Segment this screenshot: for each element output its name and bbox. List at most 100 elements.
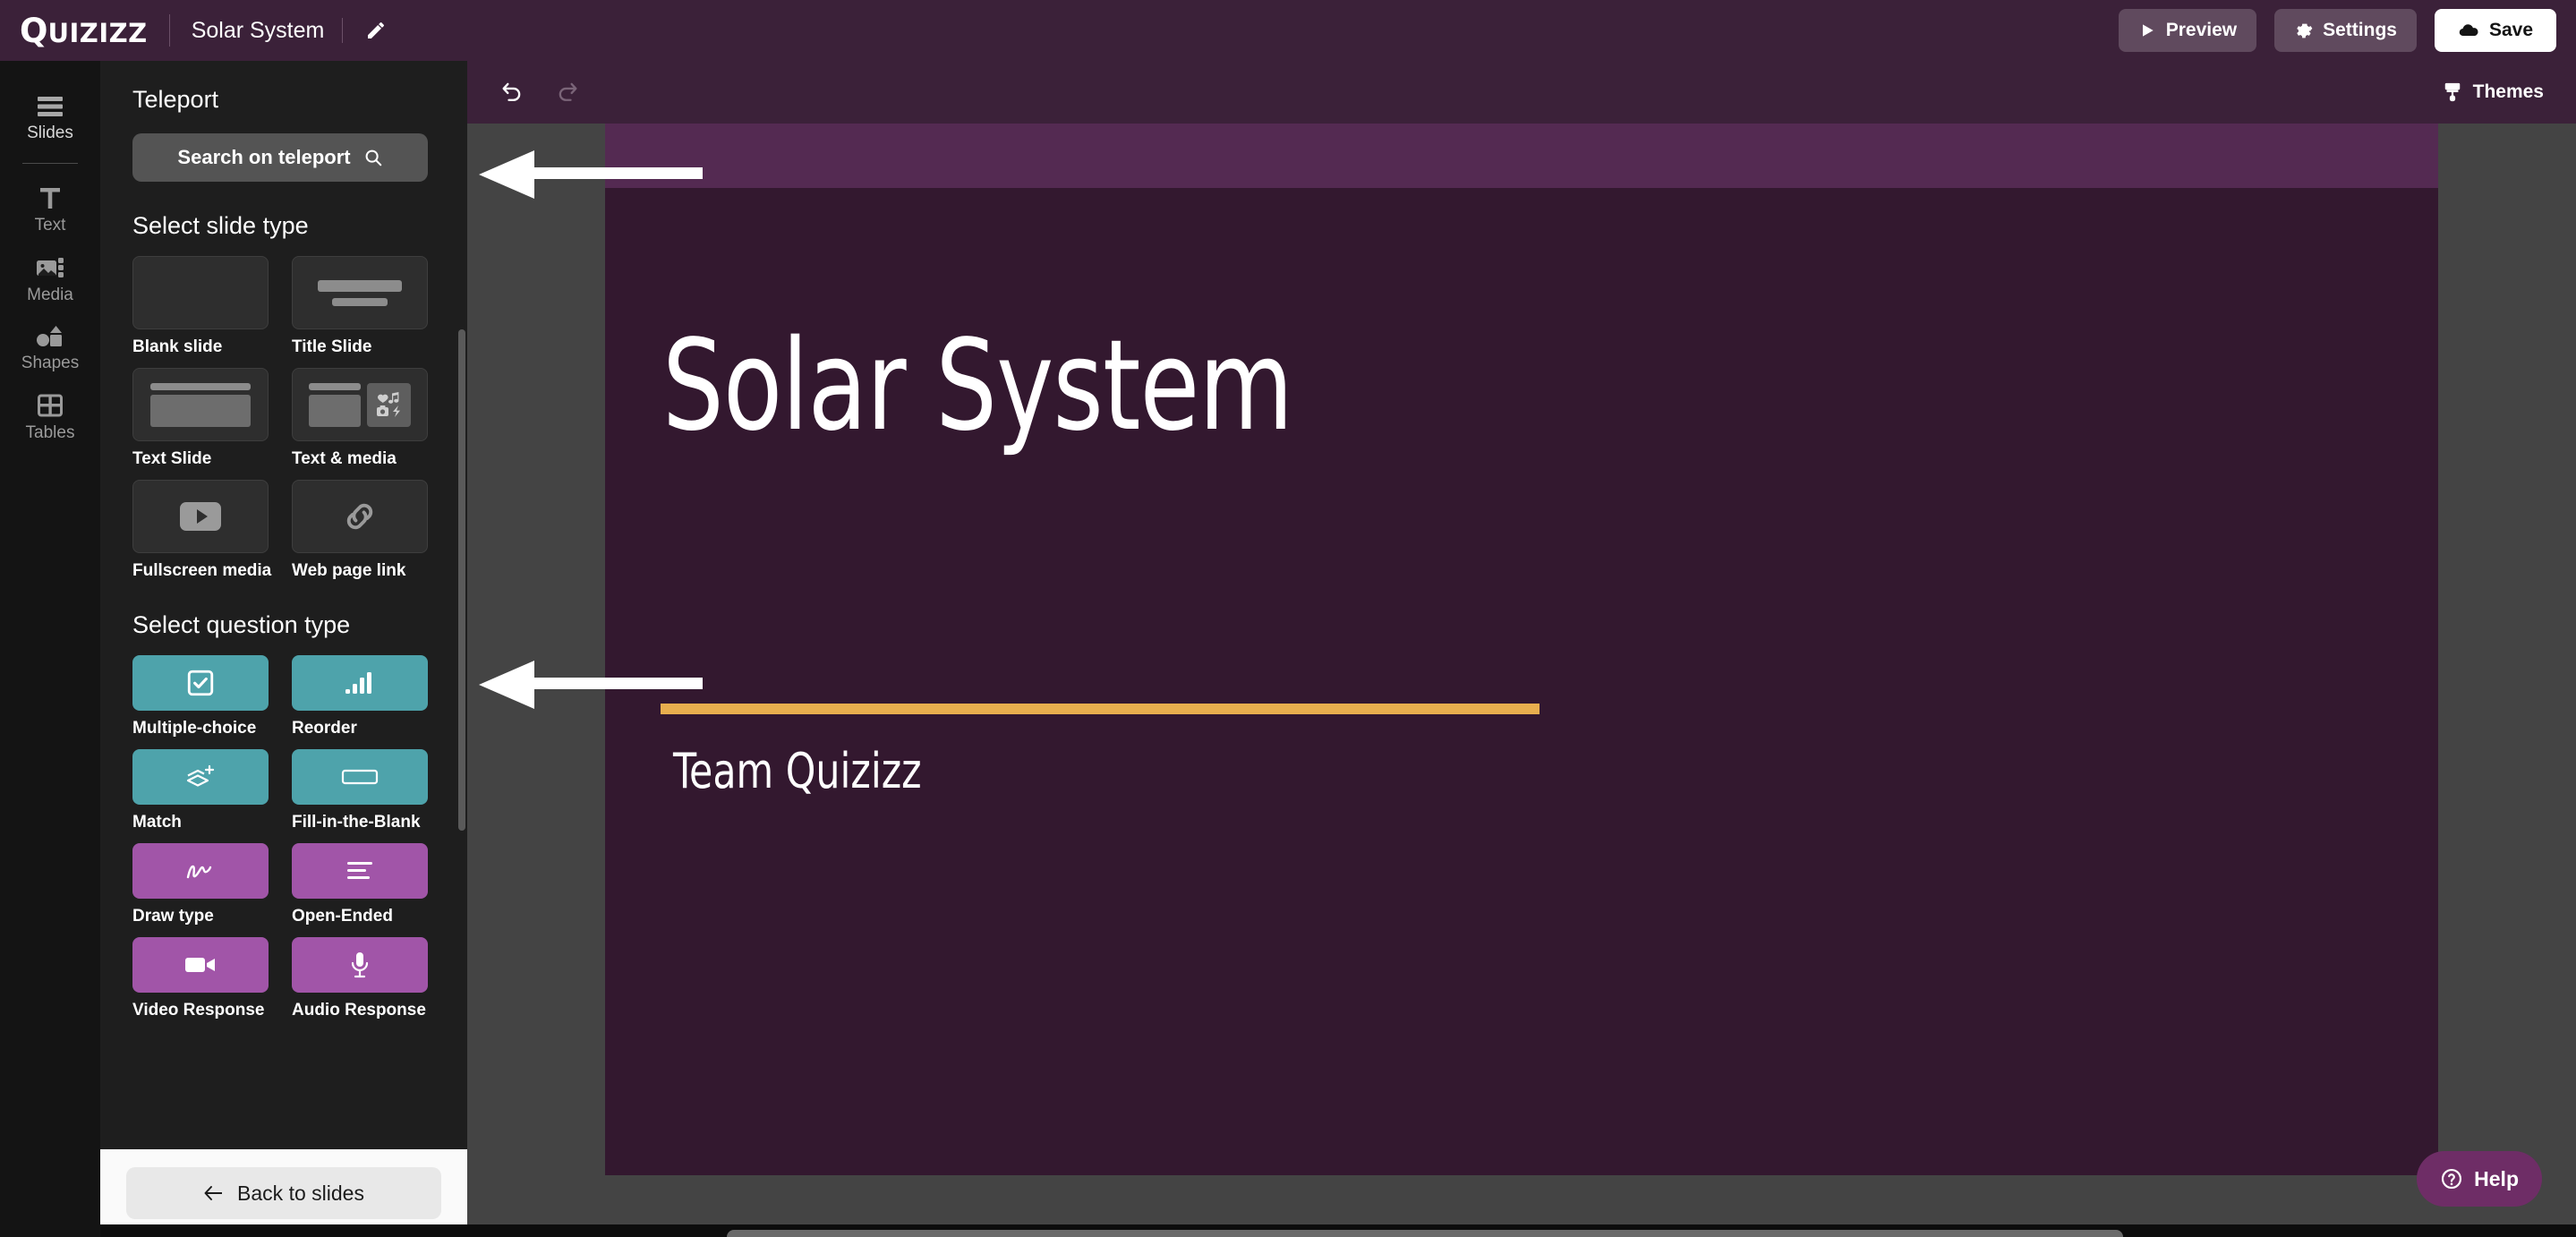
bottom-strip [100, 1224, 2576, 1237]
left-rail: Slides Text Media Shapes Tables [0, 61, 100, 1237]
quizizz-slide-editor: Q UIZIZZ Solar System Preview Settings S… [0, 0, 2576, 1237]
panel-scrollbar[interactable] [458, 329, 465, 831]
slide-header-band [605, 124, 2438, 188]
search-icon [365, 149, 381, 166]
edit-title-button[interactable] [361, 15, 391, 46]
logo-q-letter: Q [20, 11, 47, 50]
document-title[interactable]: Solar System [192, 18, 325, 44]
canvas-area: Themes Solar System Team Quizizz Help [467, 61, 2576, 1237]
select-slide-type-heading: Select slide type [132, 212, 309, 239]
undo-button[interactable] [492, 73, 532, 112]
slide-tray-peek[interactable] [727, 1230, 2123, 1237]
title-separator [342, 18, 344, 43]
gear-icon [2297, 23, 2313, 38]
slide-type-blank-slide[interactable]: Blank slide [132, 256, 269, 357]
rail-divider [22, 163, 78, 164]
question-type-label: Open-Ended [292, 907, 393, 926]
slide-accent-rule[interactable] [661, 704, 1540, 714]
quizizz-logo[interactable]: Q UIZIZZ [20, 12, 148, 50]
checkbox-icon [132, 655, 269, 711]
rail-label-text: Text [34, 216, 66, 235]
slide-type-text-and-media[interactable]: Text & media [292, 368, 428, 469]
question-type-label: Video Response [132, 1001, 265, 1019]
top-actions: Preview Settings Save [2118, 0, 2556, 61]
blank-slide-icon [132, 256, 269, 329]
question-type-label: Draw type [132, 907, 214, 926]
slide-subtitle-text[interactable]: Team Quizizz [673, 743, 922, 799]
rail-item-slides[interactable]: Slides [0, 84, 100, 152]
arrow-left-icon [204, 1186, 223, 1200]
bars-icon [292, 655, 428, 711]
lines-icon [292, 843, 428, 899]
save-label: Save [2488, 20, 2533, 40]
slide-type-panel: Teleport Search on teleport Select slide… [100, 61, 467, 1237]
question-type-video-response[interactable]: Video Response [132, 937, 269, 1020]
slides-icon [38, 97, 63, 116]
save-button[interactable]: Save [2434, 9, 2556, 52]
rail-item-shapes[interactable]: Shapes [0, 314, 100, 382]
rail-label-media: Media [27, 286, 73, 304]
redo-button[interactable] [548, 73, 587, 112]
question-type-grid: Multiple-choice Reorder Match Fill-in-th… [132, 655, 428, 1020]
slide-title-text[interactable]: Solar System [662, 313, 1293, 459]
media-icon [37, 258, 64, 277]
slide-type-label: Fullscreen media [132, 561, 272, 580]
preview-button[interactable]: Preview [2118, 9, 2257, 52]
cloud-upload-icon [2459, 24, 2478, 37]
help-button[interactable]: Help [2417, 1151, 2542, 1207]
question-type-draw-type[interactable]: Draw type [132, 843, 269, 926]
layers-plus-icon [132, 749, 269, 805]
rail-label-slides: Slides [27, 124, 73, 142]
rail-item-media[interactable]: Media [0, 244, 100, 314]
rail-label-tables: Tables [25, 423, 75, 442]
shapes-icon [37, 326, 62, 346]
paint-roller-icon [2444, 82, 2460, 102]
blank-box-icon [292, 749, 428, 805]
question-type-label: Multiple-choice [132, 719, 257, 738]
slide-canvas[interactable]: Solar System Team Quizizz [605, 124, 2438, 1175]
slide-type-grid: Blank slide Title Slide Text Slide Text … [132, 256, 428, 581]
undo-icon [502, 82, 521, 101]
slide-type-label: Web page link [292, 561, 406, 580]
canvas-toolbar: Themes [467, 61, 2576, 124]
back-to-slides-label: Back to slides [237, 1181, 364, 1205]
question-type-reorder[interactable]: Reorder [292, 655, 428, 738]
themes-label: Themes [2472, 81, 2544, 102]
question-type-label: Fill-in-the-Blank [292, 813, 421, 832]
top-divider [168, 14, 170, 47]
question-type-fill-in-the-blank[interactable]: Fill-in-the-Blank [292, 749, 428, 832]
slide-type-label: Text & media [292, 449, 397, 468]
text-slide-icon [132, 368, 269, 441]
rail-item-text[interactable]: Text [0, 175, 100, 244]
redo-icon [559, 82, 577, 101]
text-media-icon [292, 368, 428, 441]
slide-type-web-page-link[interactable]: Web page link [292, 480, 428, 581]
question-type-multiple-choice[interactable]: Multiple-choice [132, 655, 269, 738]
search-on-teleport-button[interactable]: Search on teleport [132, 133, 428, 182]
slide-type-text-slide[interactable]: Text Slide [132, 368, 269, 469]
title-slide-icon [292, 256, 428, 329]
teleport-heading: Teleport [132, 86, 219, 113]
question-type-audio-response[interactable]: Audio Response [292, 937, 428, 1020]
slide-type-label: Blank slide [132, 337, 223, 356]
question-circle-icon [2442, 1168, 2462, 1190]
back-to-slides-button[interactable]: Back to slides [126, 1167, 441, 1219]
slide-type-fullscreen-media[interactable]: Fullscreen media [132, 480, 272, 581]
play-icon [2142, 24, 2154, 37]
top-bar: Q UIZIZZ Solar System Preview Settings S… [0, 0, 2576, 61]
themes-button[interactable]: Themes [2434, 73, 2553, 111]
settings-label: Settings [2323, 20, 2397, 40]
question-type-open-ended[interactable]: Open-Ended [292, 843, 428, 926]
question-type-label: Audio Response [292, 1001, 426, 1019]
tables-icon [38, 394, 63, 417]
rail-item-tables[interactable]: Tables [0, 382, 100, 452]
slide-type-title-slide[interactable]: Title Slide [292, 256, 428, 357]
logo-wordmark: UIZIZZ [47, 17, 148, 48]
link-icon [292, 480, 428, 553]
squiggle-icon [132, 843, 269, 899]
question-type-match[interactable]: Match [132, 749, 269, 832]
panel-scroll-area: Teleport Search on teleport Select slide… [100, 61, 460, 1149]
search-on-teleport-label: Search on teleport [177, 146, 351, 168]
settings-button[interactable]: Settings [2274, 9, 2417, 52]
video-camera-icon [132, 937, 269, 993]
